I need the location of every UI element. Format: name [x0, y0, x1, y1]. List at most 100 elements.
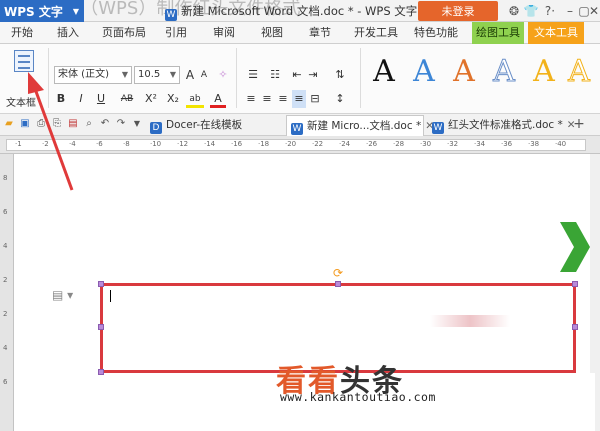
tab-start[interactable]: 开始: [6, 22, 38, 44]
close-icon[interactable]: ✕: [588, 2, 600, 20]
document-tabs-bar: ▰ ▣ ⎙ ⎘ ▤ ⌕ ↶ ↷ ▼ D Docer-在线模板 W 新建 Micro.…: [0, 114, 600, 136]
align-right-icon[interactable]: ≡: [276, 90, 290, 108]
decrease-indent-icon[interactable]: ⇤: [290, 66, 304, 84]
resize-handle[interactable]: [98, 281, 104, 287]
login-button[interactable]: 未登录: [418, 1, 498, 21]
highlight-button[interactable]: ab: [186, 90, 204, 108]
tab-new-document[interactable]: W 新建 Micro...文档.doc * ✕: [286, 115, 434, 136]
increase-indent-icon[interactable]: ⇥: [306, 66, 320, 84]
bullets-icon[interactable]: ☰: [244, 66, 262, 84]
tab-new-document-label: 新建 Micro...文档.doc *: [307, 120, 422, 132]
app-menu-caret: ▼: [72, 6, 80, 16]
annotation-arrow-icon: [28, 72, 74, 191]
watermark-url: www.kankantoutiao.com: [280, 390, 436, 404]
new-tab-button[interactable]: +: [570, 117, 588, 131]
ruler-scale: ·1·2·4·6·8·10·12·14·16·18·20·22·24·26·28…: [6, 139, 586, 151]
line-spacing-icon[interactable]: ↕: [330, 90, 350, 108]
shirt-icon[interactable]: 👕: [523, 2, 539, 20]
vruler-mark: 6: [3, 208, 8, 216]
vruler-mark: 2: [3, 276, 8, 284]
justify-icon[interactable]: ≡: [292, 90, 306, 108]
ruler-mark: ·34: [474, 140, 486, 148]
blurred-mark: [430, 315, 510, 327]
ruler-mark: ·12: [177, 140, 189, 148]
ruler-mark: ·24: [339, 140, 351, 148]
menu-tabs: 开始 插入 页面布局 引用 审阅 视图 章节 开发工具 特色功能 绘图工具 文本…: [0, 22, 600, 44]
rotate-handle-icon[interactable]: ⟳: [333, 266, 343, 280]
tab-drawing-tools[interactable]: 绘图工具: [472, 22, 524, 44]
chevron-down-icon: ▼: [121, 70, 128, 79]
redo-icon[interactable]: ↷: [114, 117, 128, 131]
ruler-mark: ·40: [555, 140, 567, 148]
text-style-blue[interactable]: A: [404, 48, 444, 96]
tab-page-layout[interactable]: 页面布局: [100, 22, 148, 44]
text-style-black[interactable]: A: [364, 48, 404, 96]
ruler-mark: ·8: [123, 140, 130, 148]
text-style-outline[interactable]: A: [484, 48, 524, 96]
shrink-font-button[interactable]: A: [198, 66, 210, 84]
ruler-mark: ·26: [366, 140, 378, 148]
horizontal-ruler[interactable]: ·1·2·4·6·8·10·12·14·16·18·20·22·24·26·28…: [0, 136, 600, 154]
ruler-mark: ·6: [96, 140, 103, 148]
ruler-mark: ·14: [204, 140, 216, 148]
ribbon-divider: [360, 48, 361, 108]
word-doc-icon: W: [165, 9, 177, 21]
ruler-mark: ·38: [528, 140, 540, 148]
numbering-icon[interactable]: ☷: [266, 66, 284, 84]
resize-handle[interactable]: [572, 281, 578, 287]
font-size-value: 10.5: [138, 69, 161, 80]
resize-handle[interactable]: [98, 369, 104, 375]
distribute-icon[interactable]: ⊟: [308, 90, 322, 108]
tab-features[interactable]: 特色功能: [412, 22, 460, 44]
superscript-button[interactable]: X²: [142, 90, 160, 108]
strikethrough-button[interactable]: AB: [116, 90, 138, 108]
vertical-ruler[interactable]: 8 6 4 2 2 4 6: [0, 154, 14, 431]
text-style-gold[interactable]: A: [524, 48, 564, 96]
help-icon[interactable]: ?·: [540, 2, 560, 20]
vruler-mark: 6: [3, 378, 8, 386]
word-doc-icon: W: [432, 122, 444, 134]
text-style-yellow-outline[interactable]: A: [562, 48, 596, 96]
ribbon: 文本框 宋体 (正文) ▼ 10.5 ▼ A A ✧ B I U AB X² X₂ …: [0, 44, 600, 114]
subscript-button[interactable]: X₂: [164, 90, 182, 108]
undo-icon[interactable]: ↶: [98, 117, 112, 131]
ribbon-divider: [236, 48, 237, 108]
tab-red-header-doc[interactable]: W 红头文件标准格式.doc * ✕: [428, 115, 576, 136]
underline-button[interactable]: U: [94, 90, 108, 108]
skin-icon[interactable]: ❂: [506, 2, 522, 20]
ruler-mark: ·32: [447, 140, 459, 148]
align-left-icon[interactable]: ≡: [244, 90, 258, 108]
align-center-icon[interactable]: ≡: [260, 90, 274, 108]
tab-references[interactable]: 引用: [160, 22, 192, 44]
tab-developer[interactable]: 开发工具: [352, 22, 400, 44]
resize-handle[interactable]: [572, 324, 578, 330]
ruler-mark: ·28: [393, 140, 405, 148]
tab-text-tools[interactable]: 文本工具: [528, 22, 584, 44]
next-page-arrow-icon[interactable]: [560, 222, 590, 272]
tab-docer[interactable]: D Docer-在线模板: [146, 115, 284, 136]
tab-red-header-label: 红头文件标准格式.doc *: [448, 119, 563, 131]
grow-font-button[interactable]: A: [184, 66, 196, 84]
paragraph-marker-icon[interactable]: ▤ ▾: [52, 288, 73, 302]
text-style-orange[interactable]: A: [444, 48, 484, 96]
tab-insert[interactable]: 插入: [52, 22, 84, 44]
chevron-down-icon: ▼: [169, 70, 176, 79]
tab-view[interactable]: 视图: [256, 22, 288, 44]
more-dropdown-icon[interactable]: ▼: [130, 117, 144, 131]
clear-format-icon[interactable]: ✧: [216, 66, 230, 84]
ruler-mark: ·10: [150, 140, 162, 148]
resize-handle[interactable]: [335, 281, 341, 287]
font-color-button[interactable]: A: [210, 90, 226, 108]
font-size-select[interactable]: 10.5 ▼: [134, 66, 180, 84]
tab-review[interactable]: 审阅: [208, 22, 240, 44]
window-title: W 新建 Microsoft Word 文档.doc * - WPS 文字: [165, 3, 417, 21]
ruler-mark: ·18: [258, 140, 270, 148]
tab-sections[interactable]: 章节: [304, 22, 336, 44]
ruler-mark: ·30: [420, 140, 432, 148]
vruler-mark: 4: [3, 344, 8, 352]
text-direction-icon[interactable]: ⇅: [330, 66, 350, 84]
resize-handle[interactable]: [98, 324, 104, 330]
text-cursor: [110, 290, 111, 302]
app-menu-button[interactable]: WPS 文字 ▼: [0, 0, 84, 22]
open-icon[interactable]: ▰: [2, 117, 16, 131]
